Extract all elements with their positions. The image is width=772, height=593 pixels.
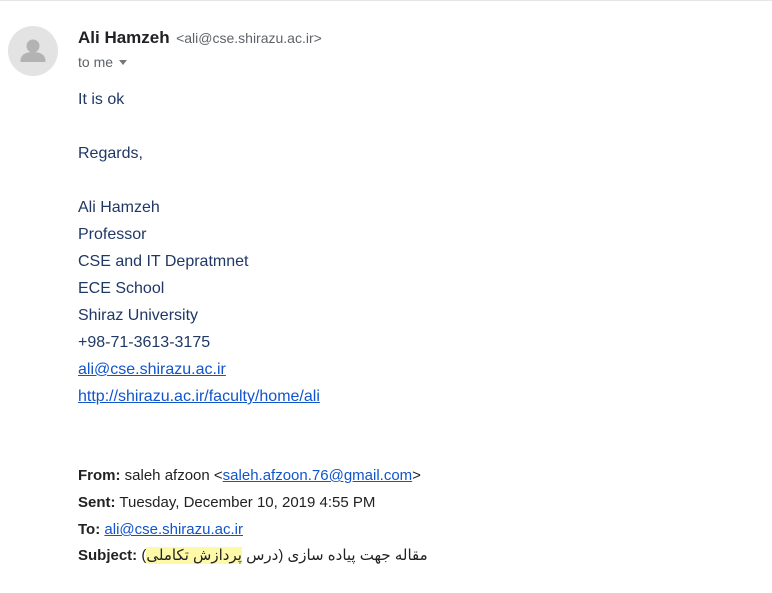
quoted-from-line: From: saleh afzoon <saleh.afzoon.76@gmai… xyxy=(78,466,421,486)
signature-email-row: ali@cse.shirazu.ac.ir xyxy=(78,360,226,380)
top-divider xyxy=(0,0,772,1)
message-greeting: It is ok xyxy=(78,91,125,108)
quoted-to-email-link[interactable]: ali@cse.shirazu.ac.ir xyxy=(104,521,243,538)
quoted-from-label: From: xyxy=(78,467,121,484)
chevron-down-icon[interactable] xyxy=(119,60,128,65)
quoted-to-line: To: ali@cse.shirazu.ac.ir xyxy=(78,520,243,540)
recipient-label: to me xyxy=(78,54,114,70)
signature-url-row: http://shirazu.ac.ir/faculty/home/ali xyxy=(78,387,320,407)
signature-school: ECE School xyxy=(78,280,165,297)
signature-email-link[interactable]: ali@cse.shirazu.ac.ir xyxy=(78,361,226,378)
quoted-from-close: > xyxy=(412,467,421,484)
signature-phone: +98-71-3613-3175 xyxy=(78,334,211,351)
quoted-subject-value: مقاله جهت پیاده سازی (درس پردازش تکاملی) xyxy=(141,547,428,564)
quoted-sent-line: Sent: Tuesday, December 10, 2019 4:55 PM xyxy=(78,493,375,513)
person-icon xyxy=(20,39,46,62)
sender-line: Ali Hamzeh <ali@cse.shirazu.ac.ir> xyxy=(78,28,322,48)
quoted-from-name: saleh afzoon < xyxy=(120,467,223,484)
signature-university: Shiraz University xyxy=(78,307,199,324)
signature-name: Ali Hamzeh xyxy=(78,199,160,216)
quoted-subject-highlight: پردازش تکاملی xyxy=(146,547,242,564)
quoted-subject-line: Subject: مقاله جهت پیاده سازی (درس پرداز… xyxy=(78,546,428,566)
avatar[interactable] xyxy=(8,26,58,76)
quoted-subject-part1: مقاله جهت پیاده سازی (درس xyxy=(241,547,428,564)
quoted-sent-label: Sent: xyxy=(78,494,116,511)
signature-department: CSE and IT Depratmnet xyxy=(78,253,249,270)
recipient-details-toggle[interactable]: to me xyxy=(78,54,128,70)
quoted-sent-value: Tuesday, December 10, 2019 4:55 PM xyxy=(115,494,376,511)
quoted-subject-label: Subject: xyxy=(78,547,138,564)
message-closing: Regards, xyxy=(78,145,143,162)
quoted-from-email-link[interactable]: saleh.afzoon.76@gmail.com xyxy=(223,467,413,484)
signature-title: Professor xyxy=(78,226,147,243)
signature-url-link[interactable]: http://shirazu.ac.ir/faculty/home/ali xyxy=(78,388,320,405)
quoted-to-label: To: xyxy=(78,521,101,538)
sender-name[interactable]: Ali Hamzeh xyxy=(78,28,170,47)
sender-email: <ali@cse.shirazu.ac.ir> xyxy=(176,30,322,46)
